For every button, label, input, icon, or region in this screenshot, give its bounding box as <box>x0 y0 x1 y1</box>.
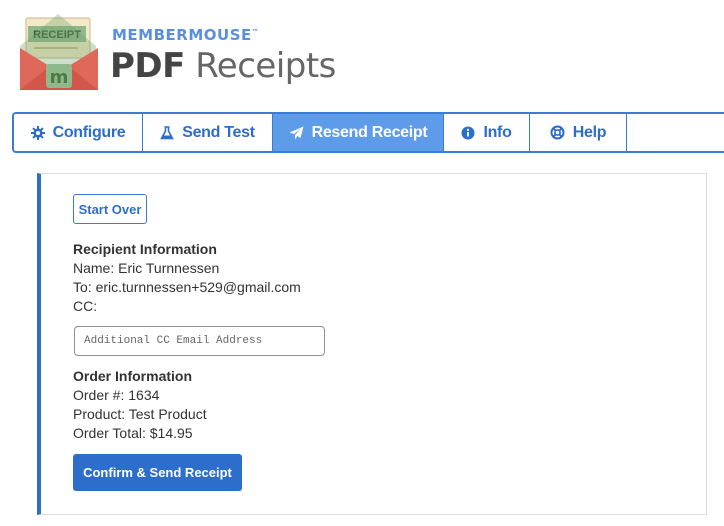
page-title: PDF Receipts <box>110 46 336 86</box>
tab-label: Info <box>483 123 512 141</box>
tab-bar-filler <box>627 114 724 151</box>
order-heading: Order Information <box>73 368 193 384</box>
gear-icon <box>30 125 45 140</box>
tab-help[interactable]: Help <box>530 114 627 151</box>
start-over-button[interactable]: Start Over <box>73 194 147 224</box>
tab-resend-receipt[interactable]: Resend Receipt <box>273 114 444 151</box>
recipient-name: Name: Eric Turnnessen <box>73 260 220 276</box>
tab-label: Send Test <box>182 123 255 141</box>
order-total: Order Total: $14.95 <box>73 425 193 441</box>
tab-label: Help <box>572 123 607 141</box>
title-bold: PDF <box>110 46 185 86</box>
life-ring-icon <box>550 125 565 140</box>
recipient-cc-label: CC: <box>73 298 98 314</box>
tab-bar: Configure Send Test Resend Receipt Info … <box>12 112 724 153</box>
brand-trademark: ™ <box>251 28 260 36</box>
tab-label: Resend Receipt <box>311 123 428 141</box>
tab-configure[interactable]: Configure <box>14 114 143 151</box>
tab-send-test[interactable]: Send Test <box>143 114 273 151</box>
info-circle-icon <box>461 126 475 140</box>
resend-receipt-panel: Start Over Recipient Information Name: E… <box>37 173 707 515</box>
recipient-heading: Recipient Information <box>73 241 217 257</box>
paper-plane-icon <box>289 126 304 140</box>
tab-info[interactable]: Info <box>444 114 530 151</box>
confirm-send-receipt-button[interactable]: Confirm & Send Receipt <box>73 454 242 491</box>
tab-label: Configure <box>52 123 126 141</box>
cc-email-input[interactable] <box>74 326 325 356</box>
receipt-logo-icon: RECEIPT m <box>18 12 102 92</box>
order-number: Order #: 1634 <box>73 387 160 403</box>
flask-icon <box>160 125 175 140</box>
order-product: Product: Test Product <box>73 406 207 422</box>
svg-text:m: m <box>50 67 69 88</box>
brand-name: MEMBERMOUSE™ <box>112 26 259 44</box>
recipient-email: To: eric.turnnessen+529@gmail.com <box>73 279 301 295</box>
brand-name-text: MEMBERMOUSE <box>112 26 252 44</box>
title-light: Receipts <box>195 46 336 86</box>
